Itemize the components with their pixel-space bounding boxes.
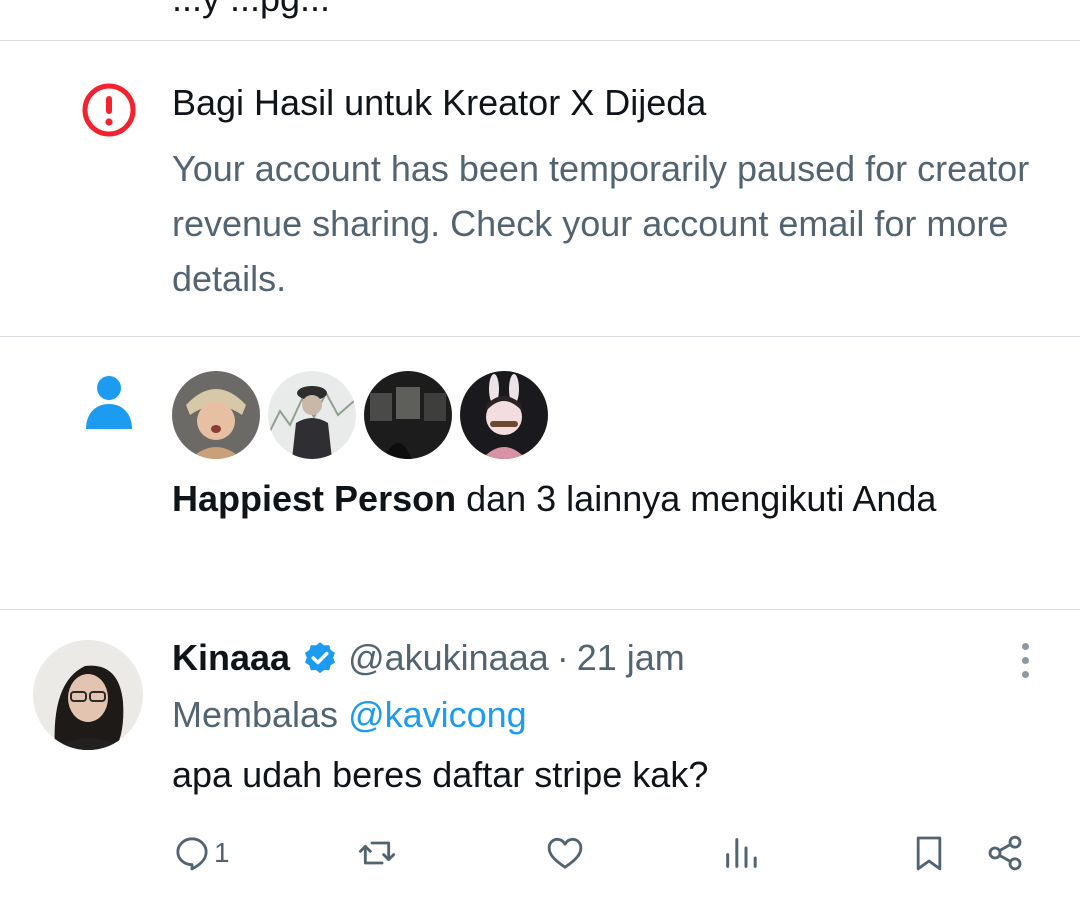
tweet-author-name[interactable]: Kinaaa [172,637,290,679]
previous-notification-text: ...y ...pg... [172,0,330,20]
replying-to-label: Membalas [172,694,349,735]
dot-icon [1021,642,1029,650]
tweet-text: apa udah beres daftar stripe kak? [172,754,709,795]
person-icon [82,373,136,436]
tweet-author-handle[interactable]: @akukinaaa [348,637,549,679]
dot-icon [1021,670,1029,678]
divider [0,609,1080,610]
tweet-actions: 1 [0,830,1080,876]
reply-icon [176,837,208,871]
more-options-button[interactable] [1005,640,1045,680]
follower-avatar[interactable] [364,371,452,459]
follower-avatar[interactable] [460,371,548,459]
share-icon [988,835,1022,871]
tweet-header: Kinaaa @akukinaaa · 21 jam [172,632,685,684]
alert-title: Bagi Hasil untuk Kreator X Dijeda [172,82,707,123]
reply-mention-link[interactable]: @kavicong [348,694,527,735]
alert-circle-icon [80,81,138,144]
retweet-icon [358,841,396,865]
follower-name[interactable]: Happiest Person [172,478,456,519]
followers-rest-text: dan 3 lainnya mengikuti Anda [456,478,937,519]
follower-avatars [172,371,1040,459]
bookmark-icon [916,836,942,871]
tweet-timestamp[interactable]: 21 jam [577,637,685,679]
replying-to: Membalas @kavicong [172,694,527,736]
followers-text: Happiest Person dan 3 lainnya mengikuti … [172,471,1040,526]
follower-avatar[interactable] [268,371,356,459]
heart-icon [547,837,583,869]
analytics-icon [726,838,757,868]
followers-notification[interactable]: Happiest Person dan 3 lainnya mengikuti … [0,337,1080,609]
follower-avatar[interactable] [172,371,260,459]
bookmark-button[interactable] [909,830,949,876]
share-button[interactable] [985,830,1025,876]
views-button[interactable] [721,830,761,876]
tweet-author-avatar[interactable] [33,640,143,750]
revenue-alert-notification[interactable]: Bagi Hasil untuk Kreator X Dijeda Your a… [0,41,1080,336]
verified-badge-icon [305,642,336,674]
reply-count: 1 [214,837,230,868]
dot-icon [1021,656,1029,664]
tweet-separator: · [556,637,569,678]
like-button[interactable] [545,830,585,876]
retweet-button[interactable] [357,830,397,876]
alert-body: Your account has been temporarily paused… [172,148,1030,299]
reply-button[interactable]: 1 [172,830,230,876]
